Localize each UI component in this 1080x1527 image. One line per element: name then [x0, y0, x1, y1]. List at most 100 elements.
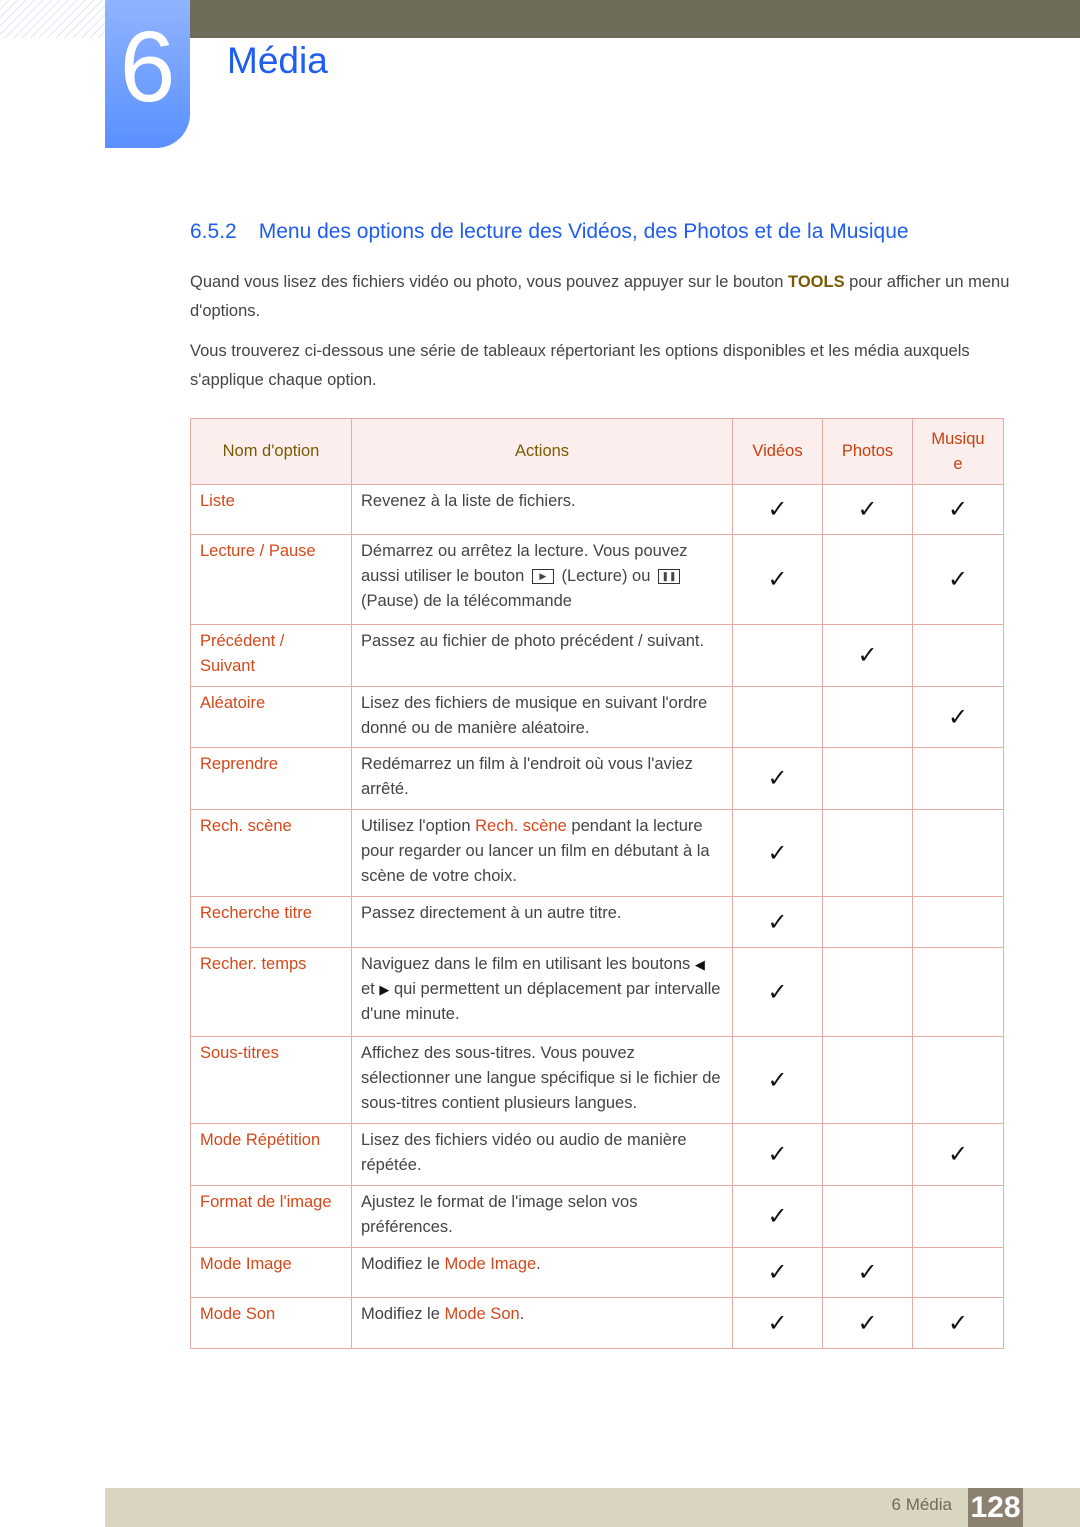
- highlighted-term: Rech. scène: [200, 817, 292, 835]
- check-icon: ✓: [767, 1066, 788, 1094]
- text: qui permettent un déplacement par interv…: [361, 980, 721, 1023]
- photos-cell: ✓: [822, 484, 913, 535]
- highlighted-term: Suivant: [200, 657, 256, 675]
- option-action: Passez directement à un autre titre.: [351, 896, 733, 948]
- pause-button-icon: ❚❚: [658, 569, 680, 585]
- videos-cell: ✓: [732, 534, 823, 625]
- check-icon: ✓: [767, 765, 788, 792]
- header-option-name: Nom d'option: [190, 418, 352, 485]
- option-action: Naviguez dans le film en utilisant les b…: [351, 947, 733, 1037]
- option-action: Utilisez l'option Rech. scène pendant la…: [351, 809, 733, 897]
- photos-cell: [822, 1123, 913, 1186]
- option-action: Modifiez le Mode Image.: [351, 1247, 733, 1298]
- highlighted-term: Reprendre: [200, 755, 278, 773]
- photos-cell: [822, 747, 913, 810]
- photos-cell: ✓: [822, 1297, 913, 1349]
- text: Vous trouverez ci-dessous une série de t…: [190, 342, 970, 389]
- check-icon: ✓: [767, 566, 788, 593]
- music-cell: [912, 947, 1004, 1037]
- music-cell: ✓: [912, 1123, 1004, 1186]
- check-icon: ✓: [857, 496, 878, 523]
- music-cell: ✓: [912, 1297, 1004, 1349]
- check-icon: ✓: [767, 1309, 788, 1337]
- option-action: Redémarrez un film à l'endroit où vous l…: [351, 747, 733, 810]
- table-row: Recher. temps Naviguez dans le film en ut…: [190, 947, 1004, 1037]
- music-cell: ✓: [912, 484, 1004, 535]
- text: Lisez des fichiers de musique en suivant…: [361, 694, 708, 737]
- chapter-number-badge: 6: [105, 0, 190, 148]
- table-row: Précédent / Suivant Passez au fichier de …: [190, 624, 1004, 687]
- table-row: Mode Son Modifiez le Mode Son. ✓ ✓ ✓: [190, 1297, 1004, 1349]
- table-row: Recherche titre Passez directement à un a…: [190, 896, 1004, 948]
- photos-cell: [822, 896, 913, 948]
- text: Ajustez le format de l'image selon vos p…: [361, 1193, 638, 1236]
- table-row: Reprendre Redémarrez un film à l'endroit …: [190, 747, 1004, 810]
- option-action: Passez au fichier de photo précédent / s…: [351, 624, 733, 687]
- highlighted-term: Mode Répétition: [200, 1131, 321, 1149]
- videos-cell: ✓: [732, 1123, 823, 1186]
- highlighted-term: Sous-titres: [200, 1044, 279, 1062]
- check-icon: ✓: [767, 908, 788, 936]
- photos-cell: [822, 947, 913, 1037]
- text: Lisez des fichiers vidéo ou audio de man…: [361, 1131, 687, 1174]
- page-footer: 6 Média 128: [105, 1488, 1080, 1527]
- music-cell: [912, 1247, 1004, 1298]
- text: Revenez à la liste de fichiers.: [361, 492, 576, 510]
- option-name: Précédent / Suivant: [190, 624, 352, 687]
- text: et: [361, 980, 380, 998]
- highlighted-term: Lecture: [200, 542, 256, 560]
- header-videos: Vidéos: [732, 418, 823, 485]
- photos-cell: [822, 686, 913, 748]
- highlighted-term: Mode Son: [200, 1305, 276, 1323]
- text: /: [275, 632, 285, 650]
- option-name: Mode Répétition: [190, 1123, 352, 1186]
- page-number: 128: [968, 1488, 1023, 1527]
- music-cell: ✓: [912, 534, 1004, 625]
- table-row: Rech. scène Utilisez l'option Rech. scène…: [190, 809, 1004, 897]
- option-action: Ajustez le format de l'image selon vos p…: [351, 1185, 733, 1248]
- highlighted-term: Recher. temps: [200, 955, 307, 973]
- videos-cell: ✓: [732, 896, 823, 948]
- section-title: Menu des options de lecture des Vidéos, …: [258, 220, 909, 243]
- photos-cell: [822, 809, 913, 897]
- header-music: Musique: [912, 418, 1004, 485]
- header-photos: Photos: [822, 418, 913, 485]
- table-row: Sous-titres Affichez des sous-titres. Vou…: [190, 1036, 1004, 1124]
- check-icon: ✓: [947, 566, 969, 593]
- videos-cell: ✓: [732, 1247, 823, 1298]
- check-icon: ✓: [947, 703, 969, 731]
- check-icon: ✓: [767, 839, 788, 867]
- check-icon: ✓: [767, 1203, 788, 1230]
- videos-cell: ✓: [732, 1036, 823, 1124]
- highlighted-term: Mode Son: [444, 1305, 520, 1323]
- document-page: 6 Média 6.5.2 Menu des options de lecture…: [0, 0, 1080, 1527]
- videos-cell: ✓: [732, 484, 823, 535]
- videos-cell: [732, 624, 823, 687]
- music-cell: [912, 809, 1004, 897]
- option-action: Modifiez le Mode Son.: [351, 1297, 733, 1349]
- option-name: Recherche titre: [190, 896, 352, 948]
- option-name: Format de l'image: [190, 1185, 352, 1248]
- option-name: Rech. scène: [190, 809, 352, 897]
- text: Naviguez dans le film en utilisant les b…: [361, 955, 695, 973]
- videos-cell: ✓: [732, 1297, 823, 1349]
- music-cell: [912, 624, 1004, 687]
- right-arrow-icon: ▶: [379, 982, 390, 997]
- option-action: Lisez des fichiers vidéo ou audio de man…: [351, 1123, 733, 1186]
- videos-cell: ✓: [732, 1185, 823, 1248]
- text: /: [255, 542, 269, 560]
- option-name: Liste: [190, 484, 352, 535]
- text: Redémarrez un film à l'endroit où vous l…: [361, 755, 693, 798]
- music-cell: [912, 1036, 1004, 1124]
- footer-chapter-label: 6 Média: [891, 1495, 952, 1514]
- highlighted-term: Recherche titre: [200, 904, 312, 922]
- highlighted-term: TOOLS: [788, 273, 845, 291]
- text: Passez au fichier de photo précédent / s…: [361, 632, 705, 650]
- left-arrow-icon: ◀: [694, 957, 705, 972]
- intro-paragraph: Vous trouverez ci-dessous une série de t…: [190, 337, 1010, 395]
- text: (Pause) de la télécommande: [361, 592, 572, 610]
- option-name: Mode Image: [190, 1247, 352, 1298]
- option-name: Recher. temps: [190, 947, 352, 1037]
- check-icon: ✓: [857, 642, 878, 669]
- check-icon: ✓: [947, 1309, 969, 1337]
